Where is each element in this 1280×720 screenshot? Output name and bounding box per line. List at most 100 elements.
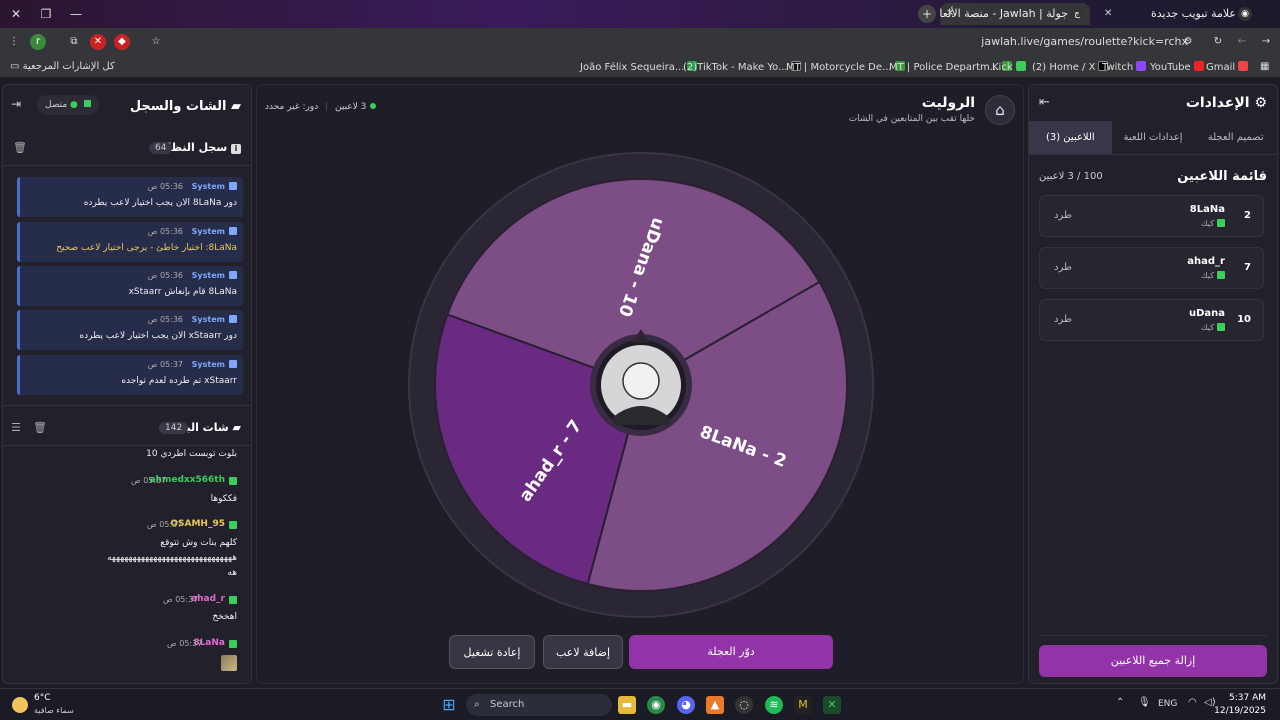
restore-window-icon[interactable]: ❐ [36, 4, 56, 24]
kick-player-button[interactable]: طرد [1054, 262, 1072, 273]
tab-game-settings[interactable]: إعدادات اللعبة [1112, 121, 1195, 154]
kick-player-button[interactable]: طرد [1054, 210, 1072, 221]
tab-close-icon[interactable]: ✕ [946, 3, 954, 25]
bookmark-star-icon[interactable]: ☆ [148, 34, 164, 50]
jawlah-favicon-icon: ج [1070, 7, 1084, 21]
system-log-entry: System 05:36 ص دور xStaarr الان يجب اختيا… [17, 310, 243, 350]
clock-time[interactable]: 5:37 AM [1229, 693, 1266, 703]
minimize-window-icon[interactable]: — [66, 4, 86, 24]
tab-jawlah[interactable]: ✕ جولة | Jawlah - منصة الألعاب الت ج [940, 3, 1090, 25]
system-icon [229, 271, 237, 279]
chat-time: 05:37 ص [147, 520, 183, 529]
bookmark-tiktok[interactable]: (2)TikTok - Make Yo... [683, 61, 801, 73]
player-number: 7 [1244, 262, 1251, 273]
chat-panel-header: ▰ الشات والسجل [130, 99, 241, 114]
app-circle-icon[interactable]: ◌ [735, 696, 753, 714]
bookmark-label: Twitch [1102, 62, 1134, 73]
player-card: 2 8LaNa كيك طرد [1039, 195, 1264, 237]
tab-title: علامة تبويب جديدة [1150, 7, 1236, 20]
spotify-icon[interactable]: ≋ [765, 696, 783, 714]
bookmark-gmail[interactable]: Gmail [1206, 61, 1249, 73]
discord-icon[interactable]: ◕ [677, 696, 695, 714]
forward-icon[interactable]: ← [1234, 34, 1250, 50]
player-platform: كيك [1201, 323, 1225, 332]
roulette-wheel[interactable]: uDana - 108LaNa - 2ahad_r - 7 [401, 145, 881, 625]
app-m-icon[interactable]: M [794, 696, 812, 714]
microphone-icon[interactable]: 🎙 [1138, 697, 1151, 708]
trash-icon[interactable]: 🗑 [13, 141, 27, 154]
platform-label: كيك [1201, 271, 1214, 280]
all-bookmarks-folder[interactable]: كل الإشارات المرجعية ▭ [10, 61, 115, 72]
kick-icon [229, 477, 237, 485]
tray-chevron-icon[interactable]: ⌃ [1116, 697, 1124, 708]
apps-grid-icon[interactable]: ▦ [1260, 61, 1269, 72]
game-subtitle: خلها تقب بين المتابعين في الشات [848, 114, 975, 124]
trash-icon[interactable]: 🗑 [33, 421, 47, 434]
bookmark-motorcycle[interactable]: MT | Motorcycle De... [786, 61, 905, 73]
language-indicator[interactable]: ENG [1158, 699, 1177, 709]
spin-wheel-button[interactable]: دوّر العجلة [629, 635, 833, 669]
extension-x-icon[interactable]: ✕ [90, 34, 106, 50]
site-settings-icon[interactable]: ⚙ [1180, 34, 1196, 50]
tab-wheel-design[interactable]: تصميم العجلة [1194, 121, 1277, 154]
online-dot-icon [370, 103, 377, 109]
kick-icon [229, 596, 237, 604]
menu-dots-icon[interactable]: ⋮ [6, 34, 22, 50]
app-x-icon[interactable]: ✕ [823, 696, 841, 714]
taskbar-search[interactable]: ⌕ Search [466, 694, 612, 716]
app-triangle-icon[interactable]: ▲ [706, 696, 724, 714]
bookmark-label: MT | Police Departm... [889, 62, 1000, 73]
back-icon[interactable]: → [1258, 34, 1274, 50]
restart-button[interactable]: إعادة تشغيل [449, 635, 535, 669]
kick-player-button[interactable]: طرد [1054, 314, 1072, 325]
chat-image-thumbnail[interactable] [221, 655, 237, 671]
system-log-entry: System 05:36 ص 8LaNa: اختيار خاطئ - يرجى … [17, 222, 243, 262]
wifi-icon[interactable]: ◠ [1188, 697, 1197, 708]
log-author: System [191, 315, 225, 324]
chrome-icon[interactable]: ◉ [647, 696, 665, 714]
collapse-chat-icon[interactable]: ⇥ [11, 97, 21, 111]
profile-avatar[interactable]: r [30, 34, 46, 50]
browser-toolbar: ⋮ r ⧉ ✕ ◆ ☆ jawlah.live/games/roulette?k… [0, 28, 1280, 56]
log-time: 05:36 ص [147, 182, 183, 191]
filter-icon[interactable]: ☰ [11, 421, 21, 434]
bookmark-twitch[interactable]: Twitch [1102, 61, 1147, 73]
settings-header: ⚙ الإعدادات [1186, 95, 1267, 111]
new-tab-icon[interactable]: + [918, 5, 936, 23]
chat-time: 05:37 ص [163, 595, 199, 604]
weather-desc: سماء صافية [34, 706, 74, 715]
bookmark-kick[interactable]: Kick [992, 61, 1026, 73]
divider [3, 445, 251, 446]
add-player-button[interactable]: إضافة لاعب [543, 635, 623, 669]
remove-all-players-button[interactable]: إزالة جميع اللاعبين [1039, 645, 1267, 677]
tab-players[interactable]: اللاعبين (3) [1029, 121, 1112, 154]
tab-new-tab[interactable]: ✕ علامة تبويب جديدة ◉ [1098, 3, 1258, 25]
bookmarks-bar: كل الإشارات المرجعية ▭ João Félix Sequei… [0, 56, 1280, 78]
windows-start-icon[interactable]: ⊞ [440, 696, 458, 714]
close-window-icon[interactable]: ✕ [6, 4, 26, 24]
player-card: 10 uDana كيك طرد [1039, 299, 1264, 341]
stream-chat-count: 142 [159, 422, 189, 434]
avatar-face-icon [622, 362, 660, 400]
collapse-panel-icon[interactable]: ⇤ [1039, 95, 1050, 110]
log-author: System [191, 360, 225, 369]
extension-shield-icon[interactable]: ◆ [114, 34, 130, 50]
folder-icon: ▭ [10, 61, 20, 72]
kick-icon [229, 521, 237, 529]
file-explorer-icon[interactable]: ▬ [618, 696, 636, 714]
players-status: 3 لاعبين [335, 102, 367, 112]
reload-icon[interactable]: ↻ [1210, 34, 1226, 50]
moon-weather-icon [12, 697, 28, 713]
bookmark-youtube[interactable]: YouTube [1150, 61, 1204, 73]
system-icon [229, 360, 237, 368]
extensions-icon[interactable]: ⧉ [66, 34, 82, 50]
tab-close-icon[interactable]: ✕ [1104, 3, 1112, 25]
home-button[interactable]: ⌂ [985, 95, 1015, 125]
clock-date[interactable]: 12/19/2025 [1214, 706, 1266, 716]
info-icon: i [231, 144, 241, 154]
address-bar[interactable]: jawlah.live/games/roulette?kick=rchx [981, 35, 1188, 48]
log-message: xStaarr تم طرده لعدم تواجده [121, 376, 237, 386]
system-log-entry: System 05:36 ص 8LaNa قام بإنعاش xStaarr [17, 266, 243, 306]
bookmark-joao[interactable]: João Félix Sequeira... [580, 61, 698, 73]
bookmark-x[interactable]: (2) Home / X [1032, 61, 1109, 73]
